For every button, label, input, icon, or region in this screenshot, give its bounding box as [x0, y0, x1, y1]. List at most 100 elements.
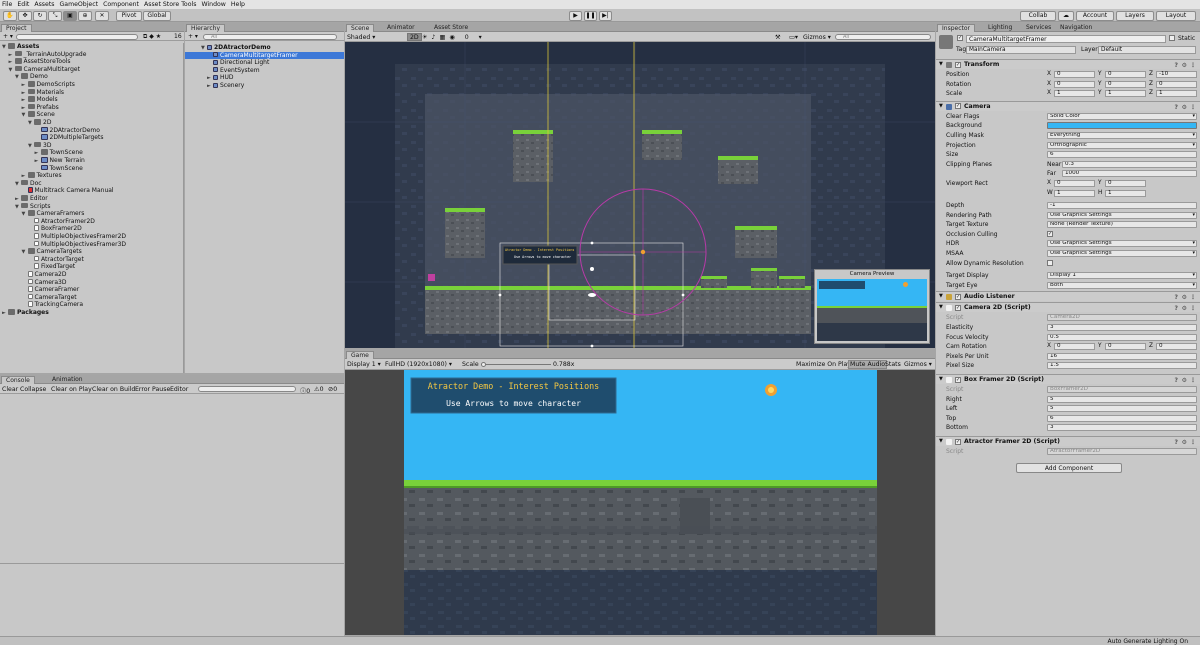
project-tree-item[interactable]: BoxFramer2D: [0, 225, 184, 233]
project-tree-item[interactable]: ▼ CameraFramers: [0, 210, 184, 218]
component-enabled-checkbox[interactable]: ✓: [955, 61, 961, 68]
vector-z-field[interactable]: Z1: [1149, 90, 1199, 98]
vector-x-field[interactable]: X1: [1047, 90, 1097, 98]
collapsed-arrow-icon[interactable]: ►: [22, 82, 28, 89]
axis-value[interactable]: 0: [1105, 80, 1146, 88]
scene-toggle-icons[interactable]: ☀♪▦◉ 0 ▾: [422, 34, 486, 41]
menu-item-assets[interactable]: Assets: [34, 1, 54, 8]
hierarchy-item[interactable]: Directional Light: [185, 59, 344, 67]
focus-velocity-field[interactable]: 0.5: [1047, 333, 1197, 341]
project-tree-item[interactable]: ▼ CameraTargets: [0, 248, 184, 256]
tab-game[interactable]: Game: [346, 351, 374, 359]
layout-dropdown[interactable]: Layout: [1156, 10, 1196, 21]
project-tree-item[interactable]: TrackingCamera: [0, 301, 184, 309]
project-tree-item[interactable]: CameraFramer: [0, 286, 184, 294]
expanded-arrow-icon[interactable]: ▼: [22, 211, 28, 218]
global-toggle[interactable]: Global: [143, 10, 171, 21]
project-tree-item[interactable]: ► New Terrain: [0, 157, 184, 165]
foldout-arrow-icon[interactable]: ▼: [939, 303, 943, 313]
atractor-framer-script-header[interactable]: ▼ ✓ Atractor Framer 2D (Script)? ⚙ ⋮: [936, 436, 1200, 446]
console-search-input[interactable]: [198, 386, 296, 392]
component-enabled-checkbox[interactable]: ✓: [955, 376, 961, 383]
clear-on-build-button[interactable]: Clear on Build: [92, 386, 135, 393]
tag-dropdown[interactable]: MainCamera: [966, 45, 1076, 54]
expanded-arrow-icon[interactable]: ▼: [22, 112, 28, 119]
foldout-arrow-icon[interactable]: ▼: [939, 437, 943, 447]
background-color-swatch[interactable]: [1047, 122, 1197, 130]
audio-listener-header[interactable]: ▼ ✓ Audio Listener? ⚙ ⋮: [936, 291, 1200, 302]
tab-project[interactable]: Project: [1, 24, 32, 32]
project-tree-item[interactable]: ▼ 3D: [0, 141, 184, 150]
stats-toggle[interactable]: Stats: [885, 361, 901, 368]
component-enabled-checkbox[interactable]: ✓: [955, 438, 961, 445]
project-search-input[interactable]: [16, 33, 138, 40]
menu-item-gameobject[interactable]: GameObject: [59, 1, 98, 8]
component-enabled-checkbox[interactable]: ✓: [955, 304, 961, 311]
custom-tool-icon[interactable]: ✕: [95, 10, 109, 21]
project-tree-item[interactable]: 2DAtractorDemo: [0, 126, 184, 135]
active-checkbox[interactable]: ✓: [957, 35, 963, 41]
tab-animation[interactable]: Animation: [48, 376, 87, 384]
camera-header[interactable]: ▼ ✓ Camera? ⚙ ⋮: [936, 100, 1200, 111]
foldout-arrow-icon[interactable]: ▼: [939, 60, 943, 70]
target-eye-dropdown[interactable]: Both: [1047, 281, 1197, 289]
expanded-arrow-icon[interactable]: ▼: [22, 249, 28, 256]
transform-header[interactable]: ▼ ✓ Transform? ⚙ ⋮: [936, 59, 1200, 69]
vector-x-field[interactable]: X0: [1047, 343, 1097, 351]
menu-item-window[interactable]: Window: [201, 1, 225, 8]
maximize-on-play-toggle[interactable]: Maximize On Play: [796, 361, 851, 368]
vector-x-field[interactable]: X0: [1047, 71, 1097, 78]
script-field[interactable]: AtractorFramer2D: [1047, 448, 1197, 455]
game-gizmos-dropdown[interactable]: Gizmos ▾: [904, 361, 932, 368]
static-checkbox[interactable]: [1169, 35, 1175, 41]
project-tree-item[interactable]: Camera3D: [0, 278, 184, 287]
layer-dropdown[interactable]: Default: [1098, 45, 1196, 54]
component-enabled-checkbox[interactable]: ✓: [955, 103, 961, 110]
tab-asset-store[interactable]: Asset Store: [430, 24, 472, 32]
editor-dropdown[interactable]: Editor: [170, 386, 188, 393]
mute-audio-toggle[interactable]: Mute Audio: [848, 360, 888, 369]
menu-item-asset-store-tools[interactable]: Asset Store Tools: [144, 1, 196, 8]
scale-tool-icon[interactable]: ⤡: [48, 10, 62, 21]
component-enabled-checkbox[interactable]: ✓: [955, 293, 961, 300]
axis-value[interactable]: 1: [1054, 90, 1095, 98]
hierarchy-item[interactable]: EventSystem: [185, 67, 344, 75]
error-pause-button[interactable]: Error Pause: [135, 386, 170, 393]
pixel-size-field[interactable]: 1.5: [1047, 362, 1197, 370]
tab-scene[interactable]: Scene: [346, 24, 375, 32]
clear-button[interactable]: Clear: [2, 386, 18, 393]
game-view[interactable]: Atractor Demo - Interest Positions Use A…: [345, 370, 935, 635]
bottom-field[interactable]: 3: [1047, 424, 1197, 432]
scene-search-input[interactable]: All: [835, 34, 931, 40]
layers-dropdown[interactable]: Layers: [1116, 10, 1154, 21]
vector-y-field[interactable]: Y0: [1098, 343, 1148, 351]
axis-value[interactable]: 0: [1054, 80, 1095, 88]
filter-icon[interactable]: ⧉ ◆ ★: [143, 33, 161, 41]
axis-value[interactable]: 0: [1054, 71, 1095, 78]
create-plus-icon[interactable]: + ▾: [3, 33, 13, 40]
object-name-field[interactable]: CameraMultitargetFramer: [966, 35, 1166, 43]
foldout-arrow-icon[interactable]: ▼: [939, 375, 943, 385]
project-tree-item[interactable]: ► Textures: [0, 172, 184, 180]
tab-hierarchy[interactable]: Hierarchy: [186, 24, 226, 32]
collab-button[interactable]: Collab: [1020, 10, 1056, 21]
gizmos-dropdown[interactable]: Gizmos ▾: [803, 34, 831, 41]
top-field[interactable]: 6: [1047, 414, 1197, 422]
dynamic-resolution-checkbox[interactable]: [1047, 260, 1053, 267]
project-tree-item[interactable]: ▼ Assets: [0, 43, 184, 51]
target-texture-field[interactable]: None (Render Texture): [1047, 221, 1197, 229]
project-tree-item[interactable]: ► Packages: [0, 309, 184, 317]
menu-item-help[interactable]: Help: [231, 1, 245, 8]
axis-value[interactable]: 0: [1105, 180, 1146, 187]
move-tool-icon[interactable]: ✥: [18, 10, 32, 21]
far-field[interactable]: 1000: [1062, 170, 1197, 178]
project-tree-item[interactable]: ► Materials: [0, 88, 184, 97]
elasticity-field[interactable]: 3: [1047, 324, 1197, 331]
axis-value[interactable]: 0: [1054, 180, 1095, 187]
hand-tool-icon[interactable]: ✋: [3, 10, 17, 21]
tab-inspector[interactable]: Inspector: [937, 24, 975, 32]
tab-lighting[interactable]: Lighting: [984, 24, 1016, 32]
step-button[interactable]: ▶|: [599, 10, 612, 21]
account-dropdown[interactable]: Account: [1076, 10, 1114, 21]
project-tree-item[interactable]: FixedTarget: [0, 263, 184, 271]
